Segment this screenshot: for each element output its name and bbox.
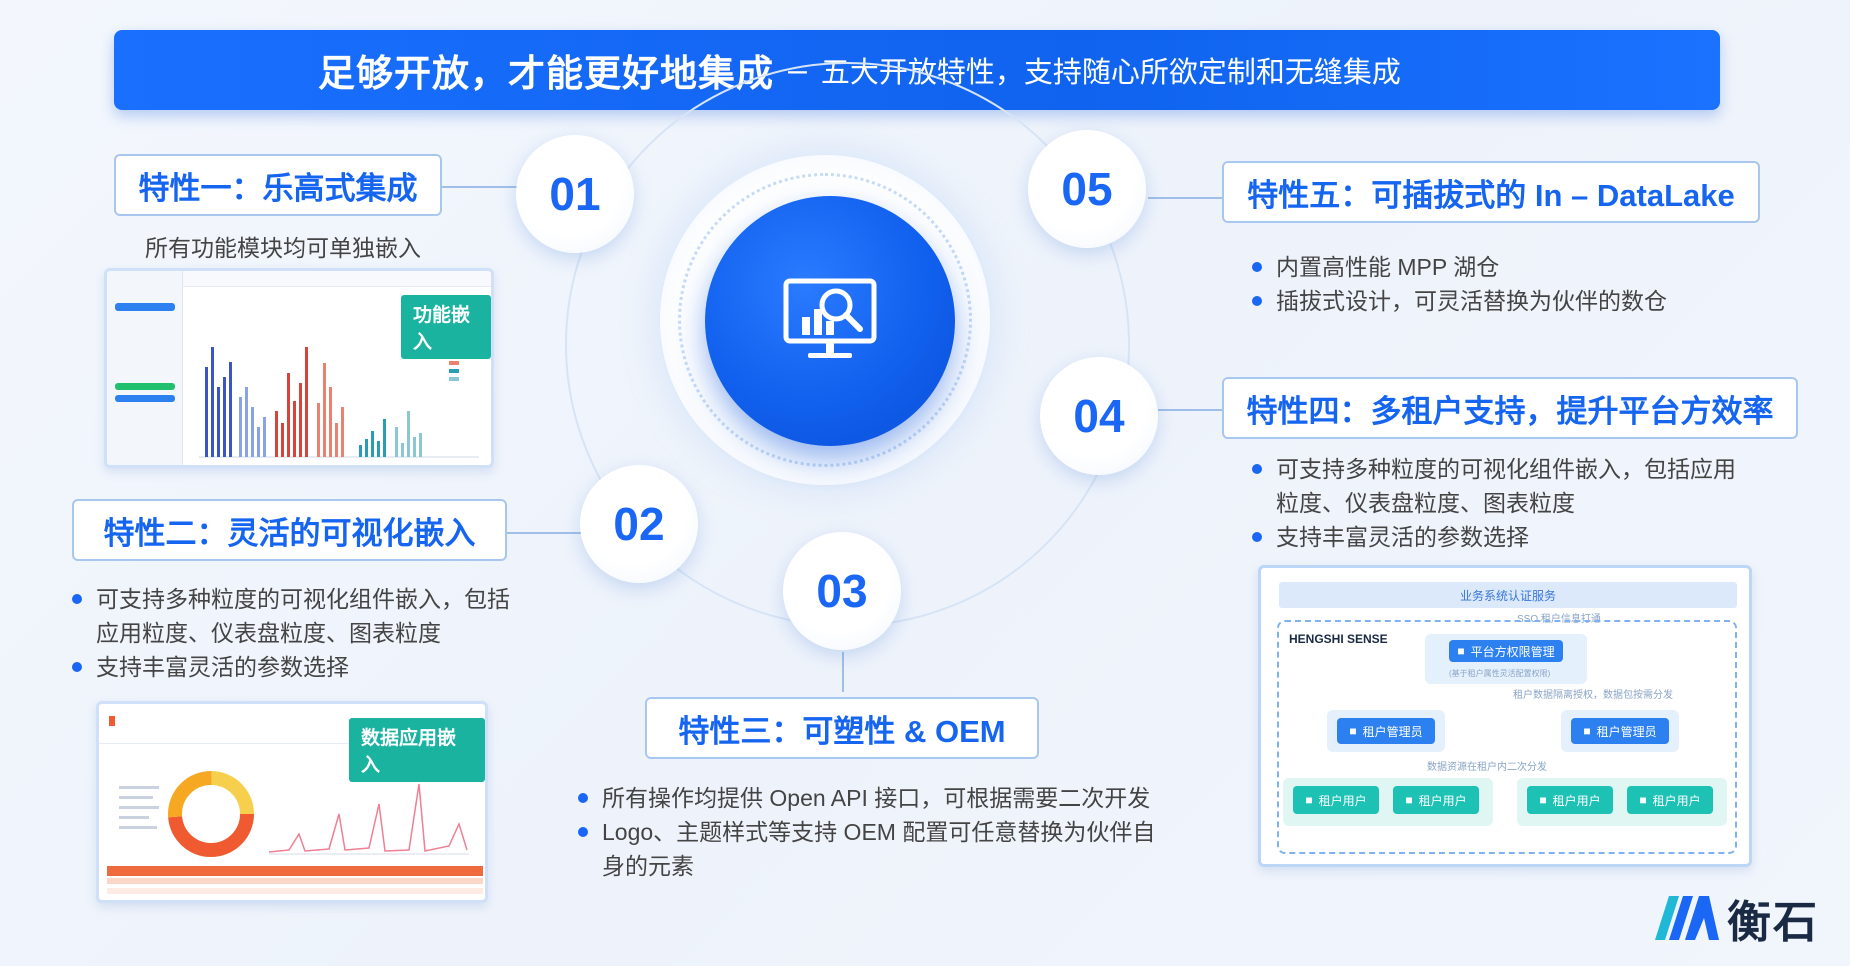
number-03: 03 <box>783 532 901 650</box>
feature-4-bullet: 支持丰富灵活的参数选择 <box>1250 520 1770 554</box>
connector-f4 <box>1158 409 1222 411</box>
multi-tenant-diagram: 业务系统认证服务 SSO 租户信息打通 HENGSHI SENSE ■ 平台方权… <box>1258 565 1752 867</box>
logo-text: 衡石 <box>1727 898 1819 947</box>
feature-4-title: 特性四：多租户支持，提升平台方效率 <box>1222 377 1798 439</box>
feature-5-bullet: 插拔式设计，可灵活替换为伙伴的数仓 <box>1250 284 1730 318</box>
feature-4-bullets: 可支持多种粒度的可视化组件嵌入，包括应用 粒度、仪表盘粒度、图表粒度 支持丰富灵活… <box>1250 452 1770 554</box>
feature-5-bullets: 内置高性能 MPP 湖仓 插拔式设计，可灵活替换为伙伴的数仓 <box>1250 250 1730 318</box>
user-icon: ■ <box>1305 793 1313 807</box>
platform-admin-node: ■ 平台方权限管理 <box>1449 640 1563 662</box>
user-icon: ■ <box>1539 793 1547 807</box>
connector-f2 <box>505 532 585 534</box>
feature-3-bullets: 所有操作均提供 Open API 接口，可根据需要二次开发 Logo、主题样式等… <box>576 781 1206 883</box>
user-icon: ■ <box>1457 644 1465 658</box>
redistribute-note: 数据资源在租户内二次分发 <box>1427 762 1547 773</box>
tenant-user-node: ■ 租户用户 <box>1627 786 1713 814</box>
connector-f1 <box>440 186 520 188</box>
feature-3-bullet: Logo、主题样式等支持 OEM 配置可任意替换为伙伴自 身的元素 <box>576 815 1206 883</box>
feature-3-title: 特性三：可塑性 & OEM <box>645 697 1039 759</box>
donut-chart-thumbnail <box>119 771 254 857</box>
brand-label: HENGSHI SENSE <box>1289 632 1388 646</box>
feature-1-title: 特性一：乐高式集成 <box>114 154 442 216</box>
connector-f3 <box>842 652 844 692</box>
number-01: 01 <box>516 135 634 253</box>
user-icon: ■ <box>1583 724 1591 738</box>
data-analysis-monitor-icon <box>783 278 877 358</box>
feature-2-title: 特性二：灵活的可视化嵌入 <box>72 499 507 561</box>
tenant-user-node: ■ 租户用户 <box>1293 786 1379 814</box>
feature-5-bullet: 内置高性能 MPP 湖仓 <box>1250 250 1730 284</box>
company-logo: 衡石 <box>1655 886 1819 950</box>
feature-1-caption: 所有功能模块均可单独嵌入 <box>145 235 421 261</box>
hub-circle <box>705 196 955 446</box>
platform-note: (基于租户属性灵活配置权限) <box>1449 669 1551 678</box>
data-app-embed-screenshot: 数据应用嵌入 <box>96 701 488 903</box>
feature-embed-screenshot: 功能嵌入 <box>104 268 494 468</box>
number-05: 05 <box>1028 130 1146 248</box>
tenant-user-node: ■ 租户用户 <box>1527 786 1613 814</box>
connector-f5 <box>1148 197 1222 199</box>
user-icon: ■ <box>1349 724 1357 738</box>
feature-2-bullets: 可支持多种粒度的可视化组件嵌入，包括 应用粒度、仪表盘粒度、图表粒度 支持丰富灵活… <box>70 582 550 684</box>
feature-2-bullet: 支持丰富灵活的参数选择 <box>70 650 550 684</box>
feature-3-bullet: 所有操作均提供 Open API 接口，可根据需要二次开发 <box>576 781 1206 815</box>
hengshi-logo-icon <box>1655 896 1719 940</box>
feature-embed-tag: 功能嵌入 <box>401 295 491 359</box>
banner-title: 足够开放，才能更好地集成 <box>318 53 774 94</box>
data-app-embed-tag: 数据应用嵌入 <box>349 718 485 782</box>
user-icon: ■ <box>1405 793 1413 807</box>
feature-2-bullet: 可支持多种粒度的可视化组件嵌入，包括 应用粒度、仪表盘粒度、图表粒度 <box>70 582 550 650</box>
number-04: 04 <box>1040 357 1158 475</box>
auth-service-header: 业务系统认证服务 <box>1279 582 1737 608</box>
tenant-admin-node: ■ 租户管理员 <box>1571 718 1669 744</box>
tenant-user-node: ■ 租户用户 <box>1393 786 1479 814</box>
isolation-note: 租户数据隔离授权，数据包按需分发 <box>1513 690 1673 701</box>
tenant-admin-node: ■ 租户管理员 <box>1337 718 1435 744</box>
number-02: 02 <box>580 465 698 583</box>
feature-4-bullet: 可支持多种粒度的可视化组件嵌入，包括应用 粒度、仪表盘粒度、图表粒度 <box>1250 452 1770 520</box>
user-icon: ■ <box>1639 793 1647 807</box>
feature-5-title: 特性五：可插拔式的 In – DataLake <box>1222 161 1760 223</box>
